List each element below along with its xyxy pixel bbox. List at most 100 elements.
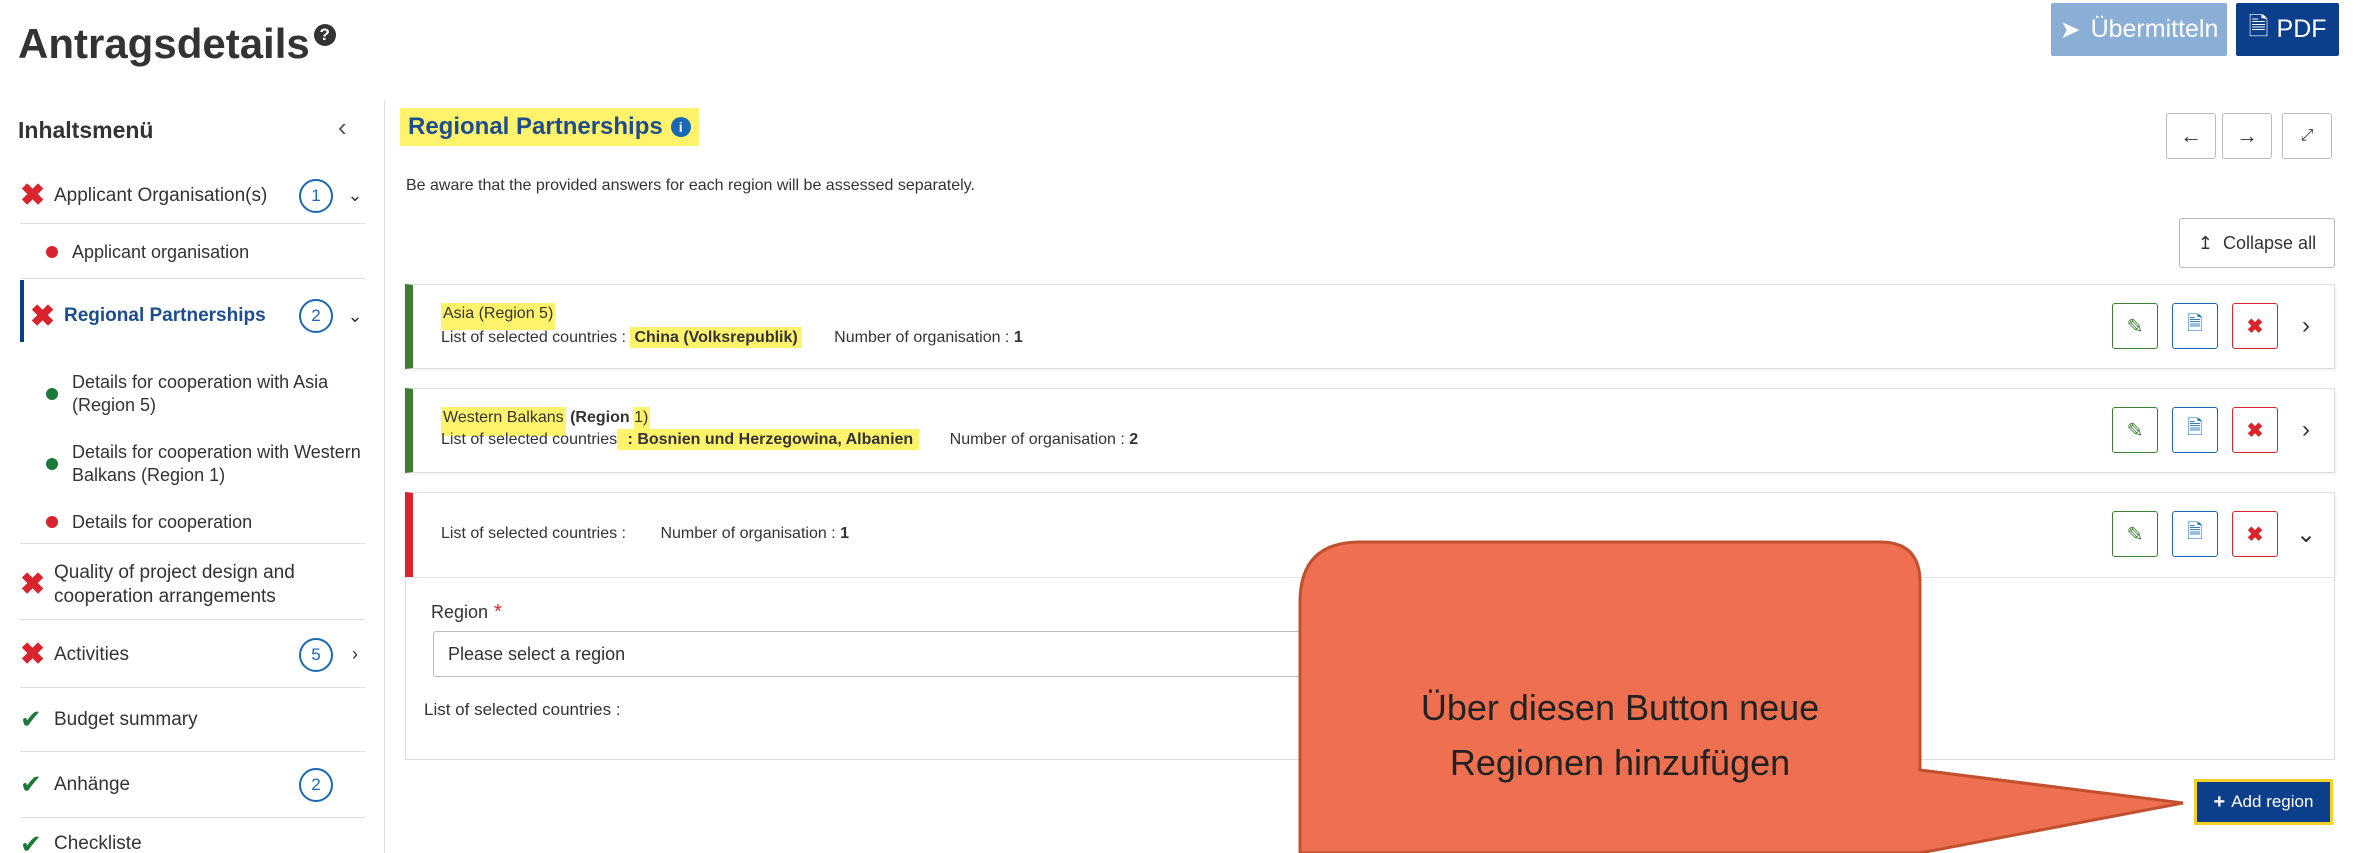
check-icon: ✔ (20, 704, 42, 734)
expand-card-button[interactable]: › (2292, 407, 2320, 453)
org-count: 1 (840, 525, 849, 542)
sidebar-item-activities[interactable]: ✖ Activities 5 › (20, 622, 365, 688)
chevron-left-icon[interactable]: ‹ (338, 112, 347, 143)
sidebar-item-label: Quality of project design and cooperatio… (54, 561, 295, 607)
required-mark: * (494, 601, 502, 623)
card-title: Asia (Region 5) (441, 303, 556, 330)
delete-button[interactable]: ✖ (2232, 407, 2278, 453)
chevron-down-icon: ⌄ (2295, 520, 2317, 548)
region-card-new[interactable]: List of selected countries : Number of o… (405, 492, 2335, 577)
card-details: List of selected countries : Bosnien und… (441, 429, 1139, 450)
document-button[interactable]: 🗎 (2172, 511, 2218, 557)
card-actions: ✎ 🗎 ✖ › (2112, 407, 2320, 453)
pdf-label: PDF (2276, 15, 2327, 43)
check-icon: ✔ (20, 769, 42, 799)
pencil-icon: ✎ (2126, 419, 2144, 442)
sidebar-item-checkliste[interactable]: ✔ Checkliste (20, 824, 365, 853)
sidebar-heading: Inhaltsmenü (18, 117, 154, 143)
status-dot (46, 458, 58, 470)
help-icon[interactable]: ? (313, 24, 336, 46)
section-title-text: Regional Partnerships (408, 113, 663, 140)
card-details: List of selected countries : China (Volk… (441, 327, 1023, 348)
org-count: 2 (1129, 431, 1139, 448)
sidebar-subitem-asia[interactable]: Details for cooperation with Asia (Regio… (46, 370, 366, 418)
collapse-card-button[interactable]: ⌄ (2292, 511, 2320, 557)
status-dot (46, 388, 58, 400)
card-title-text: Asia (Region 5) (441, 303, 556, 330)
previous-button[interactable]: ← (2166, 113, 2216, 159)
edit-button[interactable]: ✎ (2112, 407, 2158, 453)
cross-icon: ✖ (20, 638, 46, 671)
sidebar-item-budget-summary[interactable]: ✔ Budget summary (20, 688, 365, 752)
paper-plane-icon: ➤ (2059, 15, 2081, 44)
close-icon: ✖ (2246, 523, 2264, 546)
selected-countries-label: List of selected countries : (424, 700, 621, 719)
info-icon[interactable]: i (670, 117, 691, 137)
region-label-text: Region (431, 602, 489, 622)
document-button[interactable]: 🗎 (2172, 407, 2218, 453)
close-icon: ✖ (2246, 419, 2264, 442)
chevron-down-icon[interactable]: ⌄ (345, 306, 365, 327)
arrow-left-icon: ← (2180, 123, 2202, 148)
countries-label: List of selected countries : (441, 525, 626, 542)
card-title: Western Balkans (Region 1) (441, 407, 651, 436)
edit-button[interactable]: ✎ (2112, 303, 2158, 349)
region-field-label: Region * (431, 601, 502, 624)
add-region-label: Add region (2231, 792, 2314, 811)
region-select-value: Please select a region (448, 643, 626, 664)
sidebar-subitem-western-balkans[interactable]: Details for cooperation with Western Bal… (46, 440, 366, 488)
countries-value: : Bosnien und Herzegowina, Albanien (617, 429, 920, 450)
callout-line: Über diesen Button neue (1420, 687, 1820, 728)
document-icon: 🗎 (2186, 521, 2204, 543)
sidebar-item-regional-partnerships[interactable]: ✖ Regional Partnerships 2 ⌄ (30, 288, 365, 344)
count-badge: 2 (299, 299, 333, 333)
add-region-button[interactable]: + Add region (2194, 779, 2333, 825)
sidebar-item-label: Applicant organisation (72, 241, 250, 262)
collapse-all-button[interactable]: ↥ Collapse all (2179, 218, 2335, 268)
sidebar-item-quality[interactable]: ✖ Quality of project design and cooperat… (20, 550, 365, 620)
fullscreen-button[interactable]: ⤢ (2282, 113, 2332, 159)
delete-button[interactable]: ✖ (2232, 303, 2278, 349)
divider (20, 278, 365, 279)
pencil-icon: ✎ (2126, 523, 2144, 546)
count-badge: 5 (299, 637, 333, 672)
org-label: Number of organisation : (660, 525, 836, 542)
count-badge: 1 (299, 178, 333, 213)
document-button[interactable]: 🗎 (2172, 303, 2218, 349)
status-dot (46, 516, 58, 528)
callout-text: Über diesen Button neue Regionen hinzufü… (1300, 680, 1940, 790)
cross-icon: ✖ (20, 568, 46, 601)
org-label: Number of organisation : (834, 329, 1010, 346)
sidebar-item-applicant-organisations[interactable]: ✖ Applicant Organisation(s) 1 ⌄ (20, 168, 365, 224)
arrow-right-icon: → (2236, 123, 2258, 148)
pdf-icon: 🗎 (2248, 13, 2269, 41)
submit-button[interactable]: ➤ Übermitteln (2051, 3, 2227, 56)
delete-button[interactable]: ✖ (2232, 511, 2278, 557)
region-select[interactable]: Please select a region (433, 631, 1333, 677)
sidebar-subitem-applicant-organisation[interactable]: Applicant organisation (46, 240, 366, 264)
sidebar-item-label: Details for cooperation with Western Bal… (72, 442, 361, 485)
sidebar-subitem-details-for-cooperation[interactable]: Details for cooperation (46, 510, 366, 534)
sidebar-item-label: Details for cooperation with Asia (Regio… (72, 372, 329, 415)
submit-label: Übermitteln (2090, 15, 2219, 43)
edit-button[interactable]: ✎ (2112, 511, 2158, 557)
chevron-down-icon[interactable]: ⌄ (345, 185, 365, 206)
chevron-right-icon[interactable]: › (345, 644, 365, 665)
sidebar-item-label: Checkliste (54, 833, 142, 853)
region-card-asia[interactable]: Asia (Region 5) List of selected countri… (405, 284, 2335, 369)
pdf-button[interactable]: 🗎 PDF (2236, 3, 2339, 56)
sidebar-item-label: Anhänge (54, 773, 131, 795)
region-card-western-balkans[interactable]: Western Balkans (Region 1) List of selec… (405, 388, 2335, 473)
countries-label: List of selected countries (441, 431, 618, 448)
page-title-text: Antragsdetails (18, 20, 310, 67)
card-actions: ✎ 🗎 ✖ ⌄ (2112, 511, 2320, 557)
pencil-icon: ✎ (2126, 315, 2144, 338)
plus-icon: + (2213, 790, 2226, 813)
next-button[interactable]: → (2222, 113, 2272, 159)
sidebar-item-label: Regional Partnerships (64, 305, 266, 326)
status-dot (46, 246, 58, 258)
sidebar-item-label: Budget summary (54, 708, 198, 730)
count-badge: 2 (299, 767, 333, 802)
sidebar-item-anhaenge[interactable]: ✔ Anhänge 2 › (20, 752, 365, 818)
expand-card-button[interactable]: › (2292, 303, 2320, 349)
